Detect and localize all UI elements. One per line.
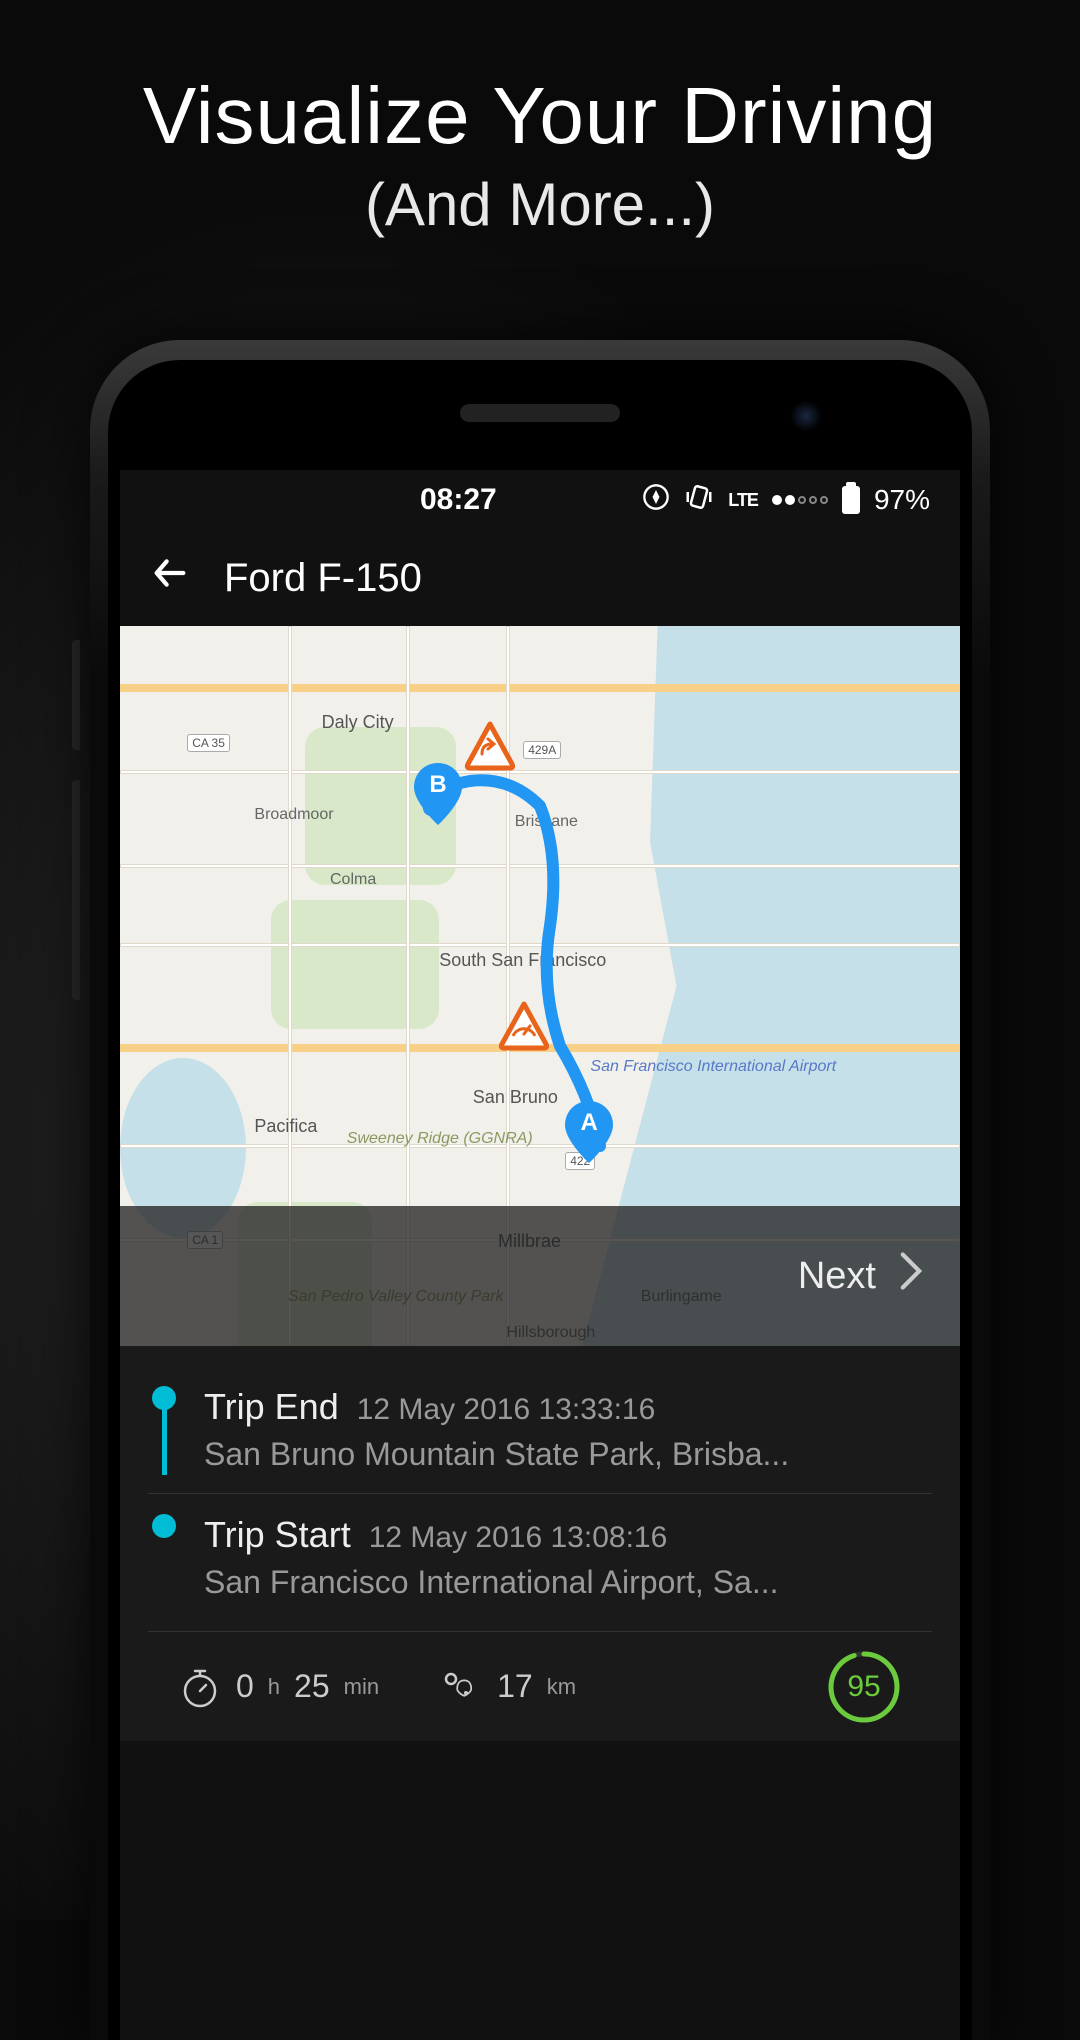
promo-title: Visualize Your Driving [0,70,1080,162]
app-screen: 08:27 LTE 97% Ford F-150 [120,470,960,2040]
battery-icon [842,486,860,514]
map-label-colma: Colma [330,871,376,889]
stats-bar: 0 h 25 min 17 km [148,1631,932,1741]
chevron-right-icon [896,1249,926,1304]
back-button[interactable] [150,553,190,604]
map-label-airport: San Francisco International Airport [590,1058,730,1076]
event-marker-speed-icon[interactable] [498,1000,550,1052]
page-title: Ford F-150 [224,556,422,601]
next-button[interactable]: Next [120,1206,960,1346]
trip-map[interactable]: Daly City Broadmoor Colma Brisbane South… [120,626,960,1346]
network-type: LTE [728,490,758,511]
phone-frame: 08:27 LTE 97% Ford F-150 [90,340,990,2040]
distance-stat: 17 km [439,1665,576,1709]
trip-start-label: Trip Start [204,1514,351,1556]
trip-end-timestamp: 12 May 2016 13:33:16 [357,1393,656,1427]
map-label-san-bruno: San Bruno [473,1087,558,1108]
duration-stat: 0 h 25 min [178,1665,379,1709]
trip-score[interactable]: 95 [826,1649,902,1725]
status-bar: 08:27 LTE 97% [120,470,960,530]
event-marker-turn-icon[interactable] [464,720,516,772]
map-pin-b[interactable]: B [414,763,462,825]
timeline-dot-icon [152,1386,176,1410]
status-time: 08:27 [420,483,497,517]
compass-icon [642,483,670,518]
score-value: 95 [826,1649,902,1725]
phone-speaker [460,404,620,422]
signal-strength-icon [772,495,828,505]
trip-end-location: San Bruno Mountain State Park, Brisba... [204,1436,932,1473]
map-label-sweeney: Sweeney Ridge (GGNRA) [347,1130,427,1148]
map-label-broadmoor: Broadmoor [254,806,333,824]
trip-start-location: San Francisco International Airport, Sa.… [204,1564,932,1601]
phone-side-button [72,640,80,750]
trip-end-label: Trip End [204,1386,339,1428]
map-label-pacifica: Pacifica [254,1116,317,1137]
trip-start-timestamp: 12 May 2016 13:08:16 [369,1521,668,1555]
promo-subtitle: (And More...) [0,170,1080,239]
trip-list: Trip End 12 May 2016 13:33:16 San Bruno … [120,1346,960,1741]
next-label: Next [798,1255,876,1298]
battery-percent: 97% [874,484,930,516]
app-header: Ford F-150 [120,530,960,626]
stopwatch-icon [178,1665,222,1709]
vibrate-icon [684,482,714,519]
trip-end-row[interactable]: Trip End 12 May 2016 13:33:16 San Bruno … [148,1366,932,1493]
map-pin-a[interactable]: A [565,1101,613,1163]
trip-start-row[interactable]: Trip Start 12 May 2016 13:08:16 San Fran… [148,1493,932,1621]
route-icon [439,1665,483,1709]
map-label-daly-city: Daly City [322,712,394,733]
map-label-ssf: South San Francisco [439,950,529,971]
phone-camera [790,400,822,432]
map-label-brisbane: Brisbane [515,813,578,831]
phone-volume-button [72,780,80,1000]
timeline-dot-icon [152,1514,176,1538]
